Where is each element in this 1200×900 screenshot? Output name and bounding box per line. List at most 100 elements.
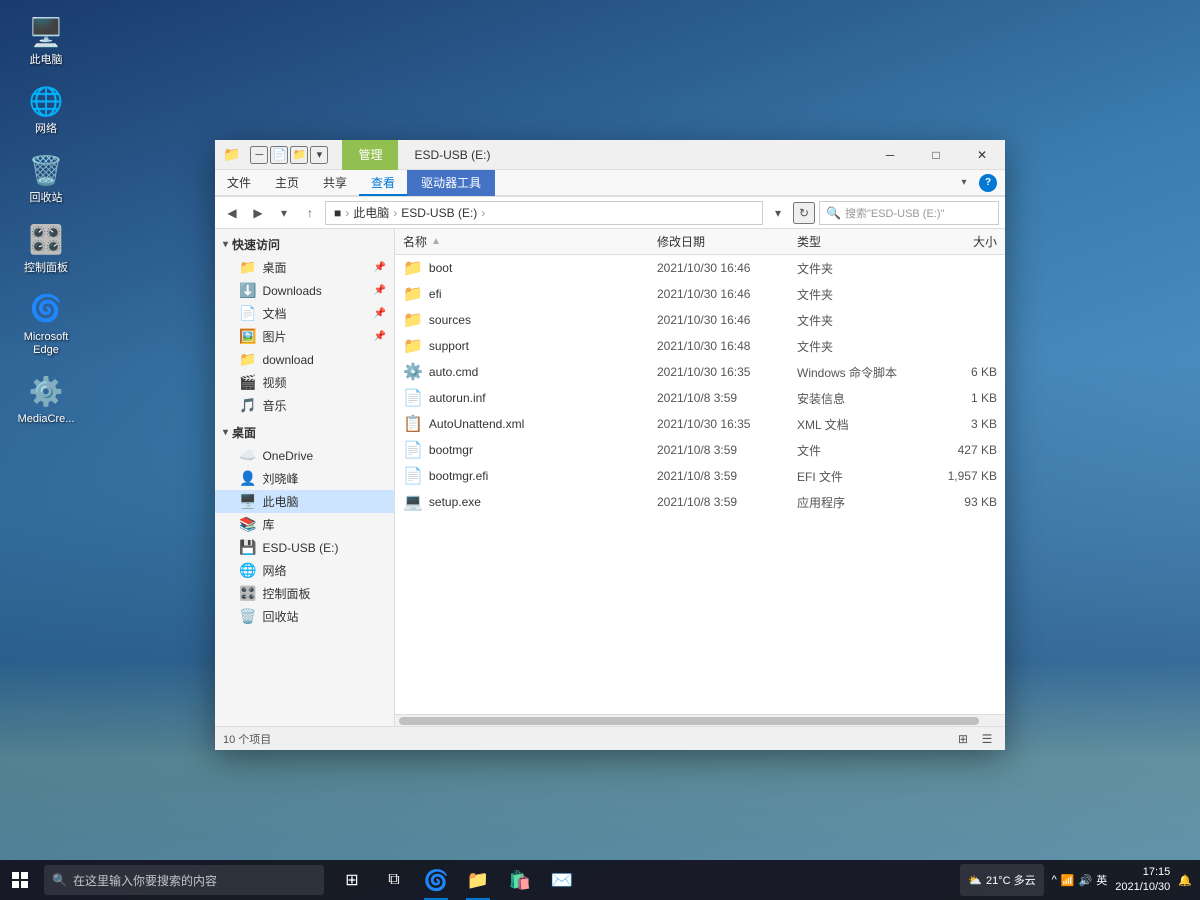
table-row[interactable]: 💻 setup.exe 2021/10/8 3:59 应用程序 93 KB [395, 489, 1005, 515]
onedrive-label: OneDrive [262, 449, 313, 463]
table-row[interactable]: 📁 support 2021/10/30 16:48 文件夹 [395, 333, 1005, 359]
file-type-setup: 应用程序 [797, 494, 917, 511]
sidebar-item-this-pc[interactable]: 🖥️ 此电脑 [215, 490, 394, 513]
view-controls: ⊞ ☰ [953, 729, 997, 749]
file-date-autorun: 2021/10/8 3:59 [657, 391, 797, 405]
download2-qa-label: download [262, 353, 313, 367]
sidebar-item-downloads-qa[interactable]: ⬇️ Downloads 📌 [215, 279, 394, 302]
col-date[interactable]: 修改日期 [657, 233, 797, 250]
quick-btn-folder[interactable]: 📁 [290, 146, 308, 164]
desktop-icon-network[interactable]: 🌐 网络 [10, 79, 82, 140]
taskbar-clock[interactable]: 17:15 2021/10/30 [1115, 865, 1170, 896]
desktop: 🖥️ 此电脑 🌐 网络 🗑️ 回收站 🎛️ 控制面板 🌀 Microsoft E… [0, 0, 1200, 900]
taskbar-icon-store[interactable]: 🛍️ [500, 860, 540, 900]
address-part-thispc[interactable]: 此电脑 [353, 204, 389, 221]
search-box[interactable]: 🔍 搜索"ESD-USB (E:)" [819, 201, 999, 225]
col-size[interactable]: 大小 [917, 233, 997, 250]
cmd-icon: ⚙️ [403, 362, 423, 382]
table-row[interactable]: 📄 autorun.inf 2021/10/8 3:59 安装信息 1 KB [395, 385, 1005, 411]
file-name-bootmgrefi: bootmgr.efi [429, 469, 657, 483]
table-row[interactable]: 📁 sources 2021/10/30 16:46 文件夹 [395, 307, 1005, 333]
docs-qa-pin: 📌 [374, 308, 386, 319]
ribbon-tab-view[interactable]: 查看 [359, 170, 407, 196]
sidebar-item-docs-qa[interactable]: 📄 文档 📌 [215, 302, 394, 325]
sidebar-item-desktop-qa[interactable]: 📁 桌面 📌 [215, 256, 394, 279]
sidebar-item-network-nav[interactable]: 🌐 网络 [215, 559, 394, 582]
col-name[interactable]: 名称 ▲ [403, 233, 657, 250]
sidebar-item-videos-qa[interactable]: 🎬 视频 [215, 371, 394, 394]
back-button[interactable]: ◀ [221, 202, 243, 224]
taskbar-icon-mail[interactable]: ✉️ [542, 860, 582, 900]
taskbar-icon-edge[interactable]: 🌀 [416, 860, 456, 900]
file-list: 名称 ▲ 修改日期 类型 大小 📁 boot 2021/10/30 16:46 … [395, 229, 1005, 714]
quick-btn-down[interactable]: ▾ [310, 146, 328, 164]
close-button[interactable]: ✕ [959, 140, 1005, 170]
volume-icon[interactable]: 🔊 [1079, 874, 1093, 887]
manage-tab[interactable]: 管理 [342, 140, 398, 170]
ribbon-help-btn[interactable]: ? [979, 174, 997, 192]
maximize-button[interactable]: □ [913, 140, 959, 170]
ribbon-tab-share[interactable]: 共享 [311, 170, 359, 196]
desktop-icon-recycle[interactable]: 🗑️ 回收站 [10, 148, 82, 209]
ribbon-collapse-btn[interactable]: ▾ [953, 172, 975, 194]
sidebar-item-recycle-bin[interactable]: 🗑️ 回收站 [215, 605, 394, 628]
table-row[interactable]: ⚙️ auto.cmd 2021/10/30 16:35 Windows 命令脚… [395, 359, 1005, 385]
sidebar-item-download2-qa[interactable]: 📁 download [215, 348, 394, 371]
ime-icon[interactable]: 英 [1096, 872, 1107, 888]
ribbon-tab-driver[interactable]: 驱动器工具 [407, 170, 495, 196]
minimize-button[interactable]: ─ [867, 140, 913, 170]
start-button[interactable] [0, 860, 40, 900]
address-part-drive[interactable]: ESD-USB (E:) [401, 206, 477, 220]
quick-access-header[interactable]: ▾ 快速访问 [215, 233, 394, 256]
address-dropdown-btn[interactable]: ▾ [767, 202, 789, 224]
refresh-button[interactable]: ↻ [793, 202, 815, 224]
file-name-efi: efi [429, 287, 657, 301]
ribbon-tab-file[interactable]: 文件 [215, 170, 263, 196]
desktop-icon-control-panel[interactable]: 🎛️ 控制面板 [10, 218, 82, 279]
detail-view-btn[interactable]: ⊞ [953, 729, 973, 749]
table-row[interactable]: 📄 bootmgr.efi 2021/10/8 3:59 EFI 文件 1,95… [395, 463, 1005, 489]
horizontal-scrollbar[interactable] [395, 714, 1005, 726]
taskbar-icon-taskview[interactable]: ⊞ [332, 860, 372, 900]
quick-btn-2[interactable]: 📄 [270, 146, 288, 164]
up-button[interactable]: ↑ [299, 202, 321, 224]
taskbar-weather[interactable]: ⛅ 21°C 多云 [960, 864, 1043, 896]
table-row[interactable]: 📁 boot 2021/10/30 16:46 文件夹 [395, 255, 1005, 281]
col-type[interactable]: 类型 [797, 233, 917, 250]
desktop-icon-edge[interactable]: 🌀 Microsoft Edge [10, 287, 82, 361]
chevron-icon[interactable]: ^ [1052, 874, 1057, 886]
docs-qa-icon: 📄 [239, 305, 256, 322]
table-row[interactable]: 📄 bootmgr 2021/10/8 3:59 文件 427 KB [395, 437, 1005, 463]
scrollbar-thumb[interactable] [399, 717, 979, 725]
notifications-icon[interactable]: 🔔 [1178, 874, 1192, 887]
desktop-icon-mediacre[interactable]: ⚙️ MediaCre... [10, 369, 82, 430]
sidebar-item-esd-usb[interactable]: 💾 ESD-USB (E:) [215, 536, 394, 559]
window-title: ESD-USB (E:) [414, 148, 490, 162]
recent-locations-button[interactable]: ▾ [273, 202, 295, 224]
downloads-qa-icon: ⬇️ [239, 282, 256, 299]
taskbar-search-icon: 🔍 [52, 873, 67, 887]
file-size-bootmgr: 427 KB [917, 443, 997, 457]
sidebar-item-ctrl-panel[interactable]: 🎛️ 控制面板 [215, 582, 394, 605]
sidebar-item-pics-qa[interactable]: 🖼️ 图片 📌 [215, 325, 394, 348]
sidebar-item-lib[interactable]: 📚 库 [215, 513, 394, 536]
desktop-section-header[interactable]: ▾ 桌面 [215, 421, 394, 444]
taskbar-icon-explorer[interactable]: 📁 [458, 860, 498, 900]
address-path[interactable]: ■ › 此电脑 › ESD-USB (E:) › [325, 201, 763, 225]
table-row[interactable]: 📁 efi 2021/10/30 16:46 文件夹 [395, 281, 1005, 307]
network-sys-icon[interactable]: 📶 [1061, 874, 1075, 887]
sidebar-item-user[interactable]: 👤 刘晓峰 [215, 467, 394, 490]
lib-label: 库 [262, 516, 274, 533]
main-content: ▾ 快速访问 📁 桌面 📌 ⬇️ Downloads 📌 📄 文档 📌 [215, 229, 1005, 726]
address-part-pc[interactable]: ■ [334, 206, 341, 220]
quick-btn-1[interactable]: ─ [250, 146, 268, 164]
table-row[interactable]: 📋 AutoUnattend.xml 2021/10/30 16:35 XML … [395, 411, 1005, 437]
sidebar-item-onedrive[interactable]: ☁️ OneDrive [215, 444, 394, 467]
ribbon-tab-home[interactable]: 主页 [263, 170, 311, 196]
taskbar-search[interactable]: 🔍 在这里输入你要搜索的内容 [44, 865, 324, 895]
taskbar-icon-multitask[interactable]: ⧉ [374, 860, 414, 900]
list-view-btn[interactable]: ☰ [977, 729, 997, 749]
desktop-icon-this-pc[interactable]: 🖥️ 此电脑 [10, 10, 82, 71]
sidebar-item-music-qa[interactable]: 🎵 音乐 [215, 394, 394, 417]
forward-button[interactable]: ▶ [247, 202, 269, 224]
